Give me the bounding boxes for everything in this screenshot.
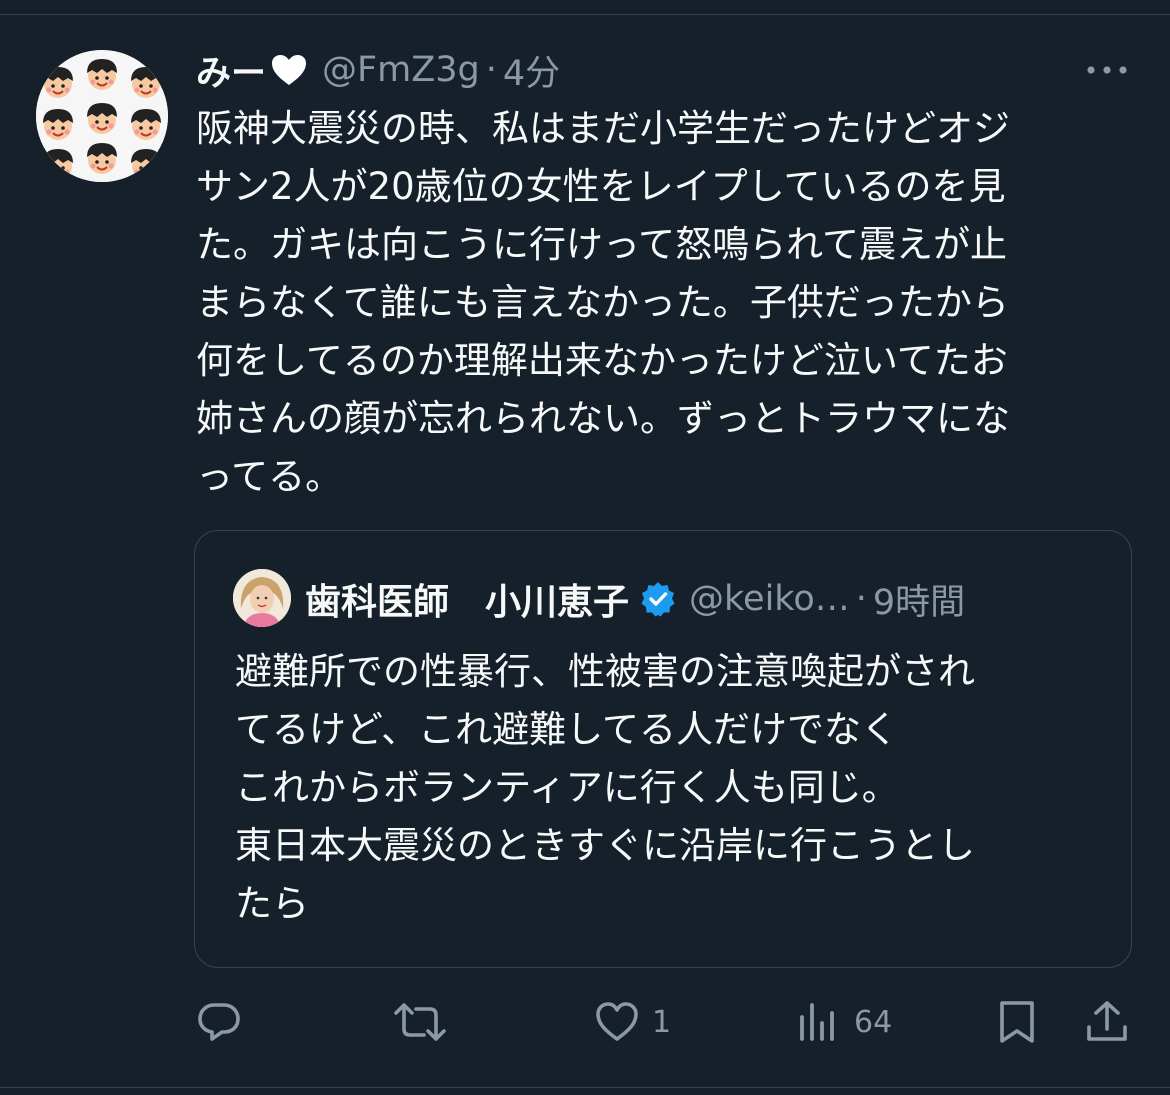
quote-timestamp[interactable]: 9時間 (873, 574, 965, 625)
reply-icon (198, 1003, 240, 1041)
like-count: 1 (652, 1004, 672, 1040)
top-divider (0, 14, 1170, 15)
separator-dot: · (485, 50, 497, 90)
bookmark-button[interactable] (994, 992, 1040, 1052)
tweet-text-line: 何をしてるのか理解出来なかったけど泣いてたお (196, 339, 1008, 382)
quote-separator-dot: · (855, 579, 867, 619)
quoted-tweet-card[interactable]: 歯科医師 小川恵子 @keiko… · 9時間 避難所での性暴行、性被害の注意喚… (194, 530, 1132, 968)
quote-avatar-image (233, 569, 291, 627)
action-bar: 1 64 (0, 992, 1170, 1052)
views-icon (800, 1003, 834, 1041)
like-button[interactable]: 1 (594, 992, 671, 1052)
retweet-icon (394, 1003, 446, 1041)
views-count: 64 (854, 1004, 893, 1040)
heart-emoji-icon (270, 53, 308, 87)
verified-badge-icon (639, 580, 677, 618)
reply-button[interactable] (196, 992, 254, 1052)
tweet-text: 阪神大震災の時、私はまだ小学生だったけどオジ サン2人が20歳位の女性をレイプし… (196, 100, 1136, 506)
share-button[interactable] (1084, 992, 1130, 1052)
quote-text-line: 東日本大震災のときすぐに沿岸に行こうとし (235, 824, 975, 867)
quote-text: 避難所での性暴行、性被害の注意喚起がされ てるけど、これ避難してる人だけでなく … (235, 643, 1095, 933)
like-icon (596, 1002, 638, 1041)
quote-avatar[interactable] (233, 569, 291, 627)
avatar[interactable] (36, 50, 168, 182)
quote-text-line: てるけど、これ避難してる人だけでなく (235, 708, 899, 751)
tweet-text-line: 阪神大震災の時、私はまだ小学生だったけどオジ (196, 107, 1010, 150)
handle[interactable]: @FmZ3g (322, 50, 480, 90)
avatar-image (36, 50, 168, 182)
tweet-text-line: 姉さんの顔が忘れられない。ずっとトラウマにな (196, 397, 1010, 440)
tweet-text-line: サン2人が20歳位の女性をレイプしているのを見 (196, 165, 1006, 208)
quote-display-name[interactable]: 歯科医師 小川恵子 (305, 573, 629, 625)
tweet-text-line: た。ガキは向こうに行けって怒鳴られて震えが止 (196, 223, 1008, 266)
display-name[interactable]: みー (196, 45, 266, 96)
quote-text-line: たら (235, 882, 309, 925)
bookmark-icon (1000, 1001, 1034, 1043)
quote-header: 歯科医師 小川恵子 @keiko… · 9時間 (305, 571, 965, 627)
share-icon (1087, 1001, 1127, 1041)
tweet-text-line: まらなくて誰にも言えなかった。子供だったから (196, 281, 1009, 324)
more-icon[interactable] (1084, 60, 1130, 80)
timestamp[interactable]: 4分 (503, 45, 560, 96)
tweet-header: みー @FmZ3g · 4分 (196, 44, 560, 96)
quote-text-line: これからボランティアに行く人も同じ。 (235, 766, 899, 809)
quote-text-line: 避難所での性暴行、性被害の注意喚起がされ (235, 650, 975, 693)
views-button[interactable]: 64 (796, 992, 892, 1052)
retweet-button[interactable] (392, 992, 460, 1052)
tweet-text-line: ってる。 (196, 455, 343, 498)
bottom-divider (0, 1087, 1170, 1088)
quote-handle[interactable]: @keiko… (689, 579, 850, 619)
